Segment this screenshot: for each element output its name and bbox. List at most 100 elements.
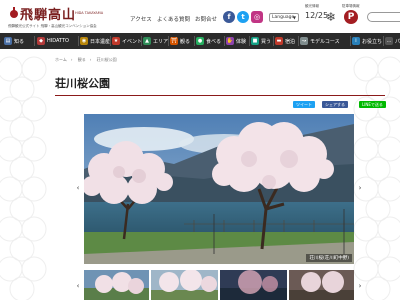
nav-divider [168, 36, 169, 46]
nav-item-hidatto[interactable]: ◆ HIDATTO [37, 33, 69, 49]
nav-label: 宿泊 [285, 38, 296, 45]
info-icon: i [352, 37, 360, 45]
nav-divider [273, 36, 274, 46]
facebook-share-button[interactable]: シェアする [322, 101, 348, 108]
instagram-icon[interactable]: ◎ [251, 11, 263, 23]
site-header: 飛騨高山 HIDA TAKAYAMA 飛騨観光公式サイト 飛騨・高山観光コンベン… [0, 0, 400, 33]
more-icon: … [385, 37, 393, 45]
title-divider [55, 95, 385, 96]
nav-item-know[interactable]: ▤ 知る [4, 33, 24, 49]
nav-item-stay[interactable]: ▬ 宿泊 [275, 33, 295, 49]
nav-item-event[interactable]: ★ イベント [112, 33, 142, 49]
page-title: 荘川桜公園 [55, 77, 110, 90]
snowflake-icon[interactable]: ❄ [326, 10, 336, 24]
nav-item-useful[interactable]: i お役立ち [352, 33, 382, 49]
facebook-icon[interactable]: f [223, 11, 235, 23]
thumbnail-1[interactable] [84, 270, 149, 300]
date-display: 12/25 [305, 11, 329, 20]
photo-slider[interactable]: 荘川桜(荘川町中野) [84, 114, 354, 264]
nav-item-eat[interactable]: ● 食べる [196, 33, 221, 49]
map-icon: ▲ [143, 37, 151, 45]
site-logo[interactable]: 飛騨高山 HIDA TAKAYAMA 飛騨観光公式サイト 飛騨・高山観光コンベン… [8, 4, 120, 30]
logo-mark-icon [10, 7, 18, 18]
breadcrumb-see[interactable]: 観る [78, 57, 86, 62]
logo-tagline: 飛騨観光公式サイト 飛騨・高山観光コンベンション協会 [8, 24, 97, 28]
nav-label: イベント [122, 38, 143, 45]
breadcrumb-current: 荘川桜公園 [96, 57, 117, 62]
access-link[interactable]: アクセス [130, 15, 152, 23]
nav-label: 知る [14, 38, 25, 45]
nav-divider [298, 36, 299, 46]
nav-label: 体験 [236, 38, 247, 45]
thumbs-next-button[interactable]: › [356, 282, 364, 290]
left-pattern-decoration [0, 56, 47, 300]
nav-label: お役立ち [362, 38, 383, 45]
heritage-icon: ◉ [80, 37, 88, 45]
nav-label: 観る [180, 38, 191, 45]
chevron-down-icon: ▼ [292, 15, 296, 20]
slider-prev-button[interactable]: ‹ [74, 184, 82, 192]
nav-divider [383, 36, 384, 46]
thumbnail-4[interactable] [289, 270, 354, 300]
search-input[interactable] [367, 12, 400, 22]
nav-item-experience[interactable]: ✋ 体験 [226, 33, 246, 49]
thumbnail-strip [84, 270, 354, 300]
torii-icon: ⛩ [170, 37, 178, 45]
language-select[interactable]: Language ▼ [269, 13, 299, 22]
main-nav: ▤ 知る ◆ HIDATTO ◉ 日本遺産 ★ イベント ▲ エリア ⛩ 観る … [0, 33, 400, 49]
slide-caption: 荘川桜(荘川町中野) [306, 254, 352, 262]
route-icon: ↝ [300, 37, 308, 45]
nav-label: 日本遺産 [90, 38, 111, 45]
breadcrumb-separator: › [89, 57, 92, 62]
parking-icon[interactable]: P [344, 10, 358, 24]
event-icon: ★ [112, 37, 120, 45]
nav-item-heritage[interactable]: ◉ 日本遺産 [80, 33, 110, 49]
bowl-icon: ● [196, 37, 204, 45]
line-share-label: LINEで送る [362, 102, 383, 107]
slider-next-button[interactable]: › [356, 184, 364, 192]
nav-label: モデルコース [310, 38, 340, 45]
breadcrumb: ホーム › 観る › 荘川桜公園 [55, 57, 121, 63]
breadcrumb-home[interactable]: ホーム [55, 57, 67, 62]
nav-divider [249, 36, 250, 46]
hand-icon: ✋ [226, 37, 234, 45]
parking-label: 駐車場情報 [342, 4, 360, 8]
logo-subtitle: HIDA TAKAYAMA [75, 11, 104, 15]
hidatto-icon: ◆ [37, 37, 45, 45]
tweet-label: ツイート [296, 102, 312, 107]
line-share-button[interactable]: LINEで送る [359, 101, 386, 108]
nav-label: エリア [153, 38, 169, 45]
nav-label: 食べる [206, 38, 222, 45]
bag-icon: ■ [251, 37, 259, 45]
facebook-share-label: シェアする [325, 102, 345, 107]
nav-item-area[interactable]: ▲ エリア [143, 33, 168, 49]
nav-divider [141, 36, 142, 46]
breadcrumb-separator: › [70, 57, 73, 62]
contact-link[interactable]: お問合せ [195, 15, 217, 23]
tweet-button[interactable]: ツイート [293, 101, 315, 108]
thumbs-prev-button[interactable]: ‹ [74, 282, 82, 290]
right-pattern-decoration [353, 56, 400, 300]
twitter-icon[interactable]: t [237, 11, 249, 23]
nav-divider [350, 36, 351, 46]
language-label: Language [272, 15, 295, 20]
nav-item-shop[interactable]: ■ 買う [251, 33, 271, 49]
nav-item-more[interactable]: … パン [385, 33, 400, 49]
nav-divider [78, 36, 79, 46]
nav-divider [224, 36, 225, 46]
nav-divider [194, 36, 195, 46]
nav-label: 買う [261, 38, 272, 45]
nav-divider [34, 36, 35, 46]
weather-label: 観光情報 [305, 4, 319, 8]
faq-link[interactable]: よくある質問 [157, 15, 190, 23]
thumbnail-2[interactable] [151, 270, 218, 300]
logo-title: 飛騨高山 [20, 8, 77, 23]
slide-photo [84, 114, 354, 264]
nav-divider [110, 36, 111, 46]
nav-label: HIDATTO [47, 38, 69, 44]
book-icon: ▤ [4, 37, 12, 45]
thumbnail-3[interactable] [220, 270, 287, 300]
nav-item-see[interactable]: ⛩ 観る [170, 33, 190, 49]
bed-icon: ▬ [275, 37, 283, 45]
nav-item-model-course[interactable]: ↝ モデルコース [300, 33, 340, 49]
